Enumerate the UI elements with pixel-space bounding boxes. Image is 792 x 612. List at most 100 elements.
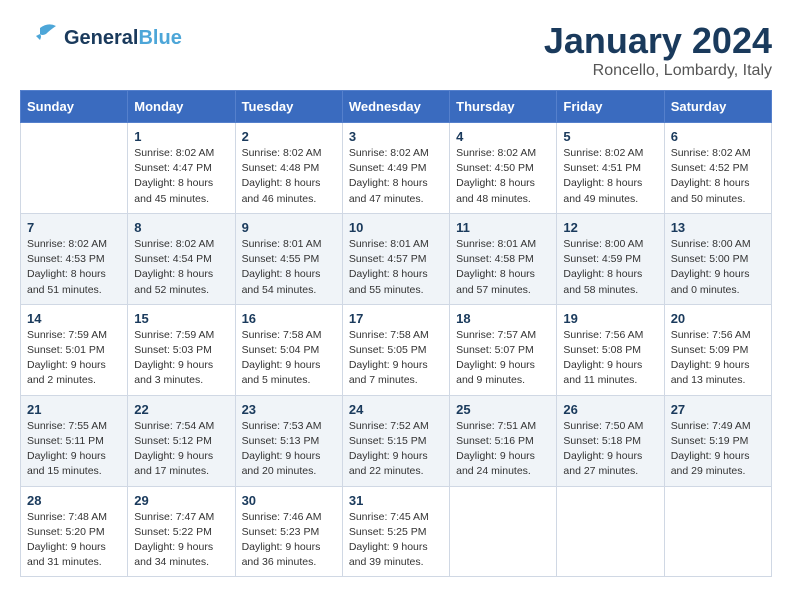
day-info: Sunrise: 7:56 AM Sunset: 5:09 PM Dayligh… <box>671 328 765 389</box>
day-info: Sunrise: 7:46 AM Sunset: 5:23 PM Dayligh… <box>242 510 336 571</box>
day-number: 22 <box>134 402 228 417</box>
day-number: 29 <box>134 493 228 508</box>
calendar-week-4: 21Sunrise: 7:55 AM Sunset: 5:11 PM Dayli… <box>21 395 772 486</box>
calendar-cell: 31 Sunrise: 7:45 AM Sunset: 5:25 PM Dayli… <box>342 486 449 577</box>
calendar-cell: 27 Sunrise: 7:49 AM Sunset: 5:19 PM Dayli… <box>664 395 771 486</box>
day-number: 27 <box>671 402 765 417</box>
day-number: 19 <box>563 311 657 326</box>
calendar-cell: 21Sunrise: 7:55 AM Sunset: 5:11 PM Dayli… <box>21 395 128 486</box>
day-info: Sunrise: 7:49 AM Sunset: 5:19 PM Dayligh… <box>671 419 765 480</box>
day-info: Sunrise: 7:56 AM Sunset: 5:08 PM Dayligh… <box>563 328 657 389</box>
calendar-cell: 14 Sunrise: 7:59 AM Sunset: 5:01 PM Dayli… <box>21 304 128 395</box>
calendar-cell: 30 Sunrise: 7:46 AM Sunset: 5:23 PM Dayli… <box>235 486 342 577</box>
day-number: 30 <box>242 493 336 508</box>
day-number: 10 <box>349 220 443 235</box>
day-header-wednesday: Wednesday <box>342 91 449 123</box>
calendar-week-2: 7 Sunrise: 8:02 AM Sunset: 4:53 PM Daylig… <box>21 213 772 304</box>
calendar-cell: 24 Sunrise: 7:52 AM Sunset: 5:15 PM Dayli… <box>342 395 449 486</box>
calendar-header-row: SundayMondayTuesdayWednesdayThursdayFrid… <box>21 91 772 123</box>
calendar-cell: 19 Sunrise: 7:56 AM Sunset: 5:08 PM Dayli… <box>557 304 664 395</box>
calendar-table: SundayMondayTuesdayWednesdayThursdayFrid… <box>20 90 772 577</box>
day-info: Sunrise: 7:45 AM Sunset: 5:25 PM Dayligh… <box>349 510 443 571</box>
calendar-cell: 4 Sunrise: 8:02 AM Sunset: 4:50 PM Daylig… <box>450 123 557 214</box>
day-info: Sunrise: 7:59 AM Sunset: 5:03 PM Dayligh… <box>134 328 228 389</box>
day-number: 12 <box>563 220 657 235</box>
day-info: Sunrise: 8:02 AM Sunset: 4:53 PM Dayligh… <box>27 237 121 298</box>
day-info: Sunrise: 8:02 AM Sunset: 4:51 PM Dayligh… <box>563 146 657 207</box>
day-number: 15 <box>134 311 228 326</box>
day-number: 11 <box>456 220 550 235</box>
day-header-sunday: Sunday <box>21 91 128 123</box>
day-info: Sunrise: 8:01 AM Sunset: 4:57 PM Dayligh… <box>349 237 443 298</box>
day-number: 16 <box>242 311 336 326</box>
day-info: Sunrise: 7:51 AM Sunset: 5:16 PM Dayligh… <box>456 419 550 480</box>
calendar-cell: 11 Sunrise: 8:01 AM Sunset: 4:58 PM Dayli… <box>450 213 557 304</box>
calendar-cell <box>450 486 557 577</box>
calendar-cell <box>557 486 664 577</box>
day-number: 28 <box>27 493 121 508</box>
day-number: 5 <box>563 129 657 144</box>
logo-icon <box>20 20 60 56</box>
day-number: 4 <box>456 129 550 144</box>
day-number: 9 <box>242 220 336 235</box>
day-info: Sunrise: 7:54 AM Sunset: 5:12 PM Dayligh… <box>134 419 228 480</box>
day-header-saturday: Saturday <box>664 91 771 123</box>
day-info: Sunrise: 8:02 AM Sunset: 4:48 PM Dayligh… <box>242 146 336 207</box>
day-number: 26 <box>563 402 657 417</box>
day-number: 25 <box>456 402 550 417</box>
day-number: 17 <box>349 311 443 326</box>
calendar-cell: 12 Sunrise: 8:00 AM Sunset: 4:59 PM Dayli… <box>557 213 664 304</box>
day-number: 31 <box>349 493 443 508</box>
day-header-friday: Friday <box>557 91 664 123</box>
calendar-cell: 10 Sunrise: 8:01 AM Sunset: 4:57 PM Dayli… <box>342 213 449 304</box>
logo: GeneralBlue <box>20 20 182 56</box>
day-info: Sunrise: 7:57 AM Sunset: 5:07 PM Dayligh… <box>456 328 550 389</box>
day-number: 1 <box>134 129 228 144</box>
calendar-cell: 5 Sunrise: 8:02 AM Sunset: 4:51 PM Daylig… <box>557 123 664 214</box>
day-number: 6 <box>671 129 765 144</box>
day-info: Sunrise: 7:47 AM Sunset: 5:22 PM Dayligh… <box>134 510 228 571</box>
day-number: 24 <box>349 402 443 417</box>
day-info: Sunrise: 8:02 AM Sunset: 4:52 PM Dayligh… <box>671 146 765 207</box>
calendar-cell: 23 Sunrise: 7:53 AM Sunset: 5:13 PM Dayli… <box>235 395 342 486</box>
calendar-week-1: 1 Sunrise: 8:02 AM Sunset: 4:47 PM Daylig… <box>21 123 772 214</box>
logo-blue: Blue <box>138 27 181 49</box>
day-header-tuesday: Tuesday <box>235 91 342 123</box>
day-info: Sunrise: 7:50 AM Sunset: 5:18 PM Dayligh… <box>563 419 657 480</box>
day-info: Sunrise: 8:01 AM Sunset: 4:58 PM Dayligh… <box>456 237 550 298</box>
title-area: January 2024 Roncello, Lombardy, Italy <box>544 20 772 80</box>
day-number: 8 <box>134 220 228 235</box>
calendar-cell <box>664 486 771 577</box>
calendar-cell: 26 Sunrise: 7:50 AM Sunset: 5:18 PM Dayli… <box>557 395 664 486</box>
day-info: Sunrise: 8:02 AM Sunset: 4:49 PM Dayligh… <box>349 146 443 207</box>
calendar-cell: 16 Sunrise: 7:58 AM Sunset: 5:04 PM Dayli… <box>235 304 342 395</box>
calendar-cell: 2 Sunrise: 8:02 AM Sunset: 4:48 PM Daylig… <box>235 123 342 214</box>
calendar-cell <box>21 123 128 214</box>
day-info: Sunrise: 7:52 AM Sunset: 5:15 PM Dayligh… <box>349 419 443 480</box>
day-info: Sunrise: 8:00 AM Sunset: 4:59 PM Dayligh… <box>563 237 657 298</box>
logo-general: General <box>64 27 138 49</box>
location: Roncello, Lombardy, Italy <box>544 62 772 80</box>
day-number: 23 <box>242 402 336 417</box>
day-info: Sunrise: 7:58 AM Sunset: 5:04 PM Dayligh… <box>242 328 336 389</box>
calendar-cell: 6 Sunrise: 8:02 AM Sunset: 4:52 PM Daylig… <box>664 123 771 214</box>
calendar-cell: 25 Sunrise: 7:51 AM Sunset: 5:16 PM Dayli… <box>450 395 557 486</box>
day-number: 7 <box>27 220 121 235</box>
day-number: 20 <box>671 311 765 326</box>
day-info: Sunrise: 8:02 AM Sunset: 4:47 PM Dayligh… <box>134 146 228 207</box>
day-header-monday: Monday <box>128 91 235 123</box>
calendar-cell: 13Sunrise: 8:00 AM Sunset: 5:00 PM Dayli… <box>664 213 771 304</box>
calendar-cell: 8Sunrise: 8:02 AM Sunset: 4:54 PM Daylig… <box>128 213 235 304</box>
day-number: 21 <box>27 402 121 417</box>
calendar-cell: 9 Sunrise: 8:01 AM Sunset: 4:55 PM Daylig… <box>235 213 342 304</box>
day-info: Sunrise: 7:58 AM Sunset: 5:05 PM Dayligh… <box>349 328 443 389</box>
calendar-week-5: 28Sunrise: 7:48 AM Sunset: 5:20 PM Dayli… <box>21 486 772 577</box>
day-number: 14 <box>27 311 121 326</box>
day-info: Sunrise: 8:02 AM Sunset: 4:50 PM Dayligh… <box>456 146 550 207</box>
day-info: Sunrise: 7:53 AM Sunset: 5:13 PM Dayligh… <box>242 419 336 480</box>
day-number: 2 <box>242 129 336 144</box>
day-info: Sunrise: 7:59 AM Sunset: 5:01 PM Dayligh… <box>27 328 121 389</box>
day-info: Sunrise: 8:01 AM Sunset: 4:55 PM Dayligh… <box>242 237 336 298</box>
calendar-cell: 7 Sunrise: 8:02 AM Sunset: 4:53 PM Daylig… <box>21 213 128 304</box>
calendar-cell: 15 Sunrise: 7:59 AM Sunset: 5:03 PM Dayli… <box>128 304 235 395</box>
